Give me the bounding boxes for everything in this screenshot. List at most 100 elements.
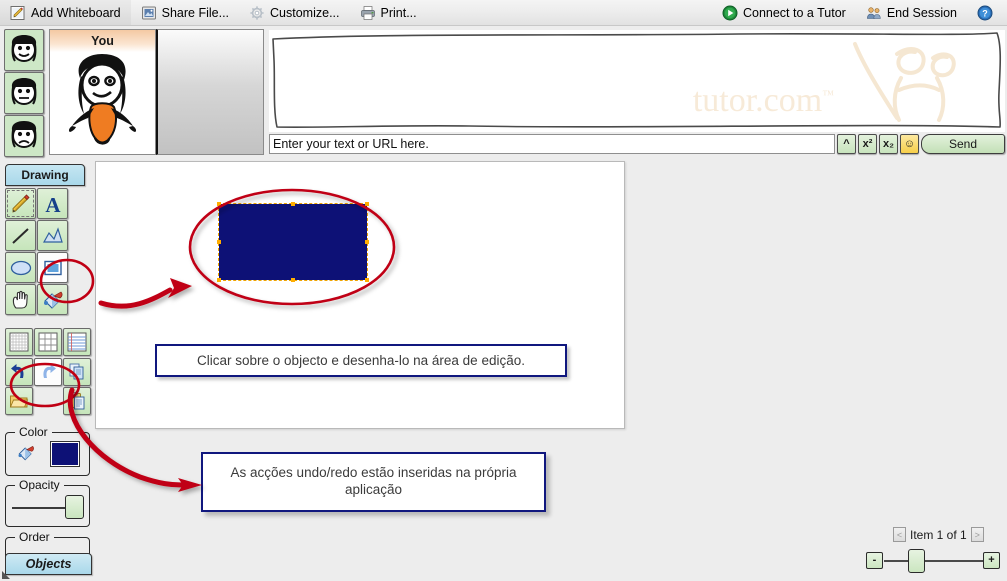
menu-connect-to-tutor[interactable]: Connect to a Tutor <box>712 0 856 25</box>
prev-item-button[interactable]: < <box>893 527 906 542</box>
menu-print[interactable]: Print... <box>350 0 427 25</box>
avatar-frowning-icon <box>11 121 37 148</box>
undo-arrow-icon <box>9 362 29 382</box>
resize-handle-s[interactable] <box>291 278 295 282</box>
chat-input-row: ^ x² x₂ ☺ Send <box>269 134 1005 154</box>
menu-label: Print... <box>380 5 417 20</box>
subscript-button[interactable]: x₂ <box>879 134 898 154</box>
grid-coarse-icon <box>38 332 58 352</box>
open-folder-icon <box>9 391 29 411</box>
top-menu-bar: Add Whiteboard Share File... Customize..… <box>0 0 1007 26</box>
superscript-button[interactable]: x² <box>858 134 877 154</box>
resize-handle-se[interactable] <box>365 278 369 282</box>
color-picker-icon[interactable] <box>16 443 36 466</box>
participants-strip: You <box>0 26 266 157</box>
color-group-label: Color <box>15 425 52 439</box>
resize-handle-sw[interactable] <box>217 278 221 282</box>
rectangle-tool[interactable] <box>37 252 68 283</box>
line-tool[interactable] <box>5 220 36 251</box>
participant-thumbnail[interactable] <box>4 72 44 114</box>
send-button[interactable]: Send <box>921 134 1005 154</box>
zoom-slider-handle[interactable] <box>908 549 925 573</box>
resize-handle-w[interactable] <box>217 240 221 244</box>
menu-add-whiteboard[interactable]: Add Whiteboard <box>0 0 131 25</box>
svg-text:?: ? <box>982 8 988 18</box>
resize-handle-nw[interactable] <box>217 202 221 206</box>
opacity-slider-handle[interactable] <box>65 495 84 519</box>
letter-a-icon: A <box>41 192 65 216</box>
ruled-lines-icon <box>67 332 87 352</box>
resize-handle-e[interactable] <box>365 240 369 244</box>
color-group: Color <box>5 425 90 476</box>
tutor-logo-figures-icon <box>853 42 956 122</box>
redo-arrow-icon <box>38 362 58 382</box>
tool-palette: Drawing A Color Opacity Order Objects <box>0 160 93 581</box>
paint-bucket-icon <box>41 288 65 312</box>
sheet-style-grid <box>5 328 91 356</box>
paste-clipboard-icon <box>67 391 87 411</box>
callout-draw-object: Clicar sobre o objecto e desenha-lo na á… <box>155 344 567 377</box>
emoticon-button[interactable]: ☺ <box>900 134 919 154</box>
pan-tool[interactable] <box>5 284 36 315</box>
pencil-icon <box>9 192 33 216</box>
next-item-button[interactable]: > <box>970 527 984 542</box>
svg-text:A: A <box>45 193 61 216</box>
participant-thumbnail[interactable] <box>4 115 44 157</box>
connect-play-icon <box>722 5 738 21</box>
active-participant-panel[interactable]: You <box>49 29 156 155</box>
menu-share-file[interactable]: Share File... <box>131 0 239 25</box>
opacity-slider[interactable] <box>12 494 84 520</box>
tab-drawing[interactable]: Drawing <box>5 164 85 186</box>
avatar-smiling-icon <box>11 35 37 62</box>
navy-rectangle[interactable] <box>217 202 369 282</box>
participant-thumbnail[interactable] <box>4 29 44 71</box>
page-nav: < Item 1 of 1 > <box>893 527 984 542</box>
menu-label: Share File... <box>161 5 230 20</box>
ellipse-tool[interactable] <box>5 252 36 283</box>
customize-gear-icon <box>249 5 265 21</box>
whiteboard-canvas[interactable] <box>95 161 625 429</box>
menu-customize[interactable]: Customize... <box>239 0 349 25</box>
avatar-stick-figure <box>68 54 137 145</box>
window-resize-handle[interactable] <box>2 571 10 579</box>
tab-objects[interactable]: Objects <box>5 553 92 575</box>
zoom-out-button[interactable]: - <box>866 552 883 569</box>
resize-handle-n[interactable] <box>291 202 295 206</box>
order-group-label: Order <box>15 530 54 544</box>
paste-button[interactable] <box>63 387 91 415</box>
grid-fine-button[interactable] <box>5 328 33 356</box>
fill-tool[interactable] <box>37 284 68 315</box>
drawing-tools-grid: A <box>5 188 68 315</box>
empty-participant-panel[interactable] <box>156 29 264 155</box>
chat-transcript-pane[interactable]: tutor.com™ <box>269 30 1005 132</box>
menu-end-session[interactable]: End Session <box>856 0 967 25</box>
whiteboard-pencil-icon <box>10 5 26 21</box>
resize-handle-ne[interactable] <box>365 202 369 206</box>
polygon-icon <box>41 224 65 248</box>
zoom-in-button[interactable]: + <box>983 552 1000 569</box>
text-tool[interactable]: A <box>37 188 68 219</box>
share-file-icon <box>141 5 157 21</box>
item-counter-label: Item 1 of 1 <box>910 527 967 542</box>
redo-button[interactable] <box>34 358 62 386</box>
pencil-tool[interactable] <box>5 188 36 219</box>
avatar-neutral-icon <box>11 78 37 105</box>
edit-actions-grid <box>5 358 91 415</box>
chat-input[interactable] <box>269 134 835 154</box>
menu-label: Customize... <box>270 5 340 20</box>
polygon-tool[interactable] <box>37 220 68 251</box>
grid-fine-icon <box>9 332 29 352</box>
callout-undo-redo: As acções undo/redo estão inseridas na p… <box>201 452 546 512</box>
grid-coarse-button[interactable] <box>34 328 62 356</box>
undo-button[interactable] <box>5 358 33 386</box>
menu-label: End Session <box>886 5 957 20</box>
caret-button[interactable]: ^ <box>837 134 856 154</box>
open-button[interactable] <box>5 387 33 415</box>
ellipse-icon <box>9 256 33 280</box>
ruled-paper-button[interactable] <box>63 328 91 356</box>
participant-thumbnail-column <box>4 29 44 157</box>
copy-button[interactable] <box>63 358 91 386</box>
color-swatch[interactable] <box>50 441 80 467</box>
menu-help[interactable]: ? <box>967 0 1007 25</box>
help-question-icon: ? <box>977 5 993 21</box>
